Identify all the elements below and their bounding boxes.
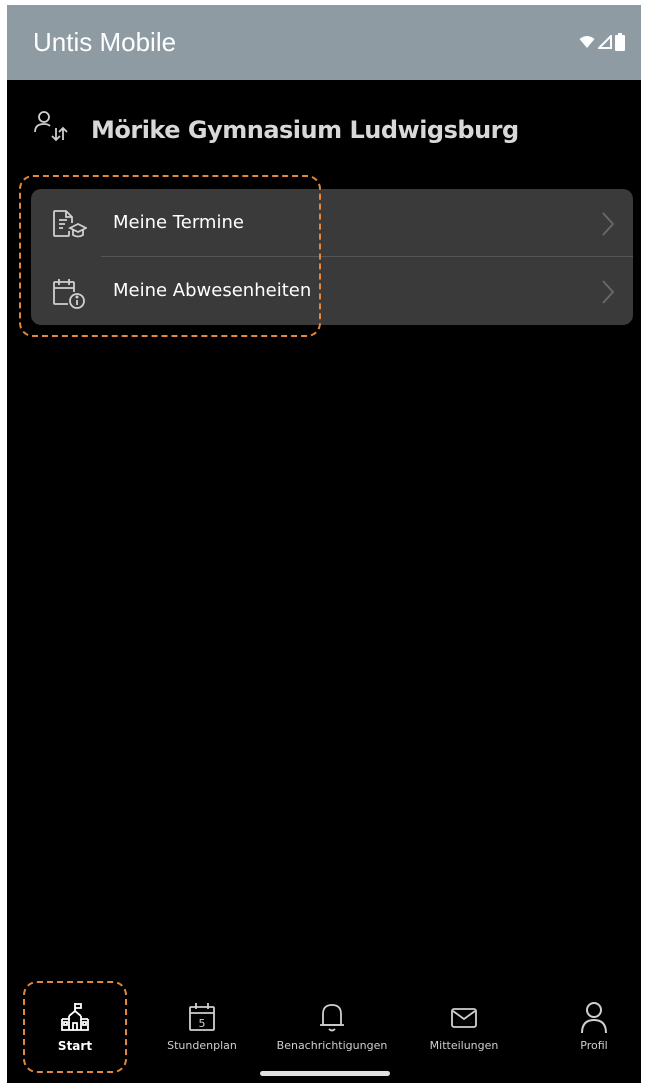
bell-icon: [317, 1001, 347, 1038]
wifi-icon: [579, 35, 595, 54]
nav-label: Benachrichtigungen: [276, 1039, 388, 1052]
envelope-icon: [449, 1001, 479, 1038]
app-title: Untis Mobile: [33, 27, 177, 57]
nav-start[interactable]: Start: [27, 987, 123, 1083]
app-screen: Untis Mobile Mörike Gymnasium Ludwigsbur…: [7, 5, 641, 1083]
person-icon: [579, 1001, 609, 1040]
nav-benachrichtigungen[interactable]: Benachrichtigungen: [265, 987, 399, 1083]
calendar-day-number: 5: [199, 1017, 206, 1030]
nav-label: Profil: [580, 1039, 608, 1052]
menu-item-meine-termine[interactable]: Meine Termine: [31, 189, 633, 257]
chevron-right-icon: [601, 279, 615, 310]
menu-item-meine-abwesenheiten[interactable]: Meine Abwesenheiten: [31, 257, 633, 325]
nav-label: Stundenplan: [167, 1039, 237, 1052]
nav-label: Start: [57, 1039, 93, 1053]
nav-label: Mitteilungen: [429, 1039, 499, 1052]
school-building-icon: [60, 1001, 90, 1038]
nav-mitteilungen[interactable]: Mitteilungen: [419, 987, 509, 1083]
bottom-navigation: Start 5 Stundenplan Benachrichtigungen M…: [7, 987, 641, 1083]
nav-stundenplan[interactable]: 5 Stundenplan: [157, 987, 247, 1083]
menu-item-label: Meine Termine: [113, 212, 244, 233]
status-icons: [579, 33, 625, 56]
app-bar: Untis Mobile: [7, 5, 641, 80]
signal-icon: [596, 33, 612, 54]
document-graduation-icon: [51, 209, 89, 244]
menu-item-label: Meine Abwesenheiten: [113, 280, 312, 301]
battery-icon: [615, 33, 625, 56]
chevron-right-icon: [601, 211, 615, 242]
school-selector[interactable]: Mörike Gymnasium Ludwigsburg: [33, 110, 519, 150]
calendar-day-icon: 5: [187, 1001, 217, 1038]
home-indicator[interactable]: [260, 1071, 390, 1076]
menu-card: Meine Termine Meine Abwesenheiten: [31, 189, 633, 325]
switch-user-icon: [33, 110, 69, 151]
calendar-info-icon: [51, 277, 87, 314]
school-name: Mörike Gymnasium Ludwigsburg: [91, 116, 519, 144]
nav-profil[interactable]: Profil: [559, 987, 629, 1083]
